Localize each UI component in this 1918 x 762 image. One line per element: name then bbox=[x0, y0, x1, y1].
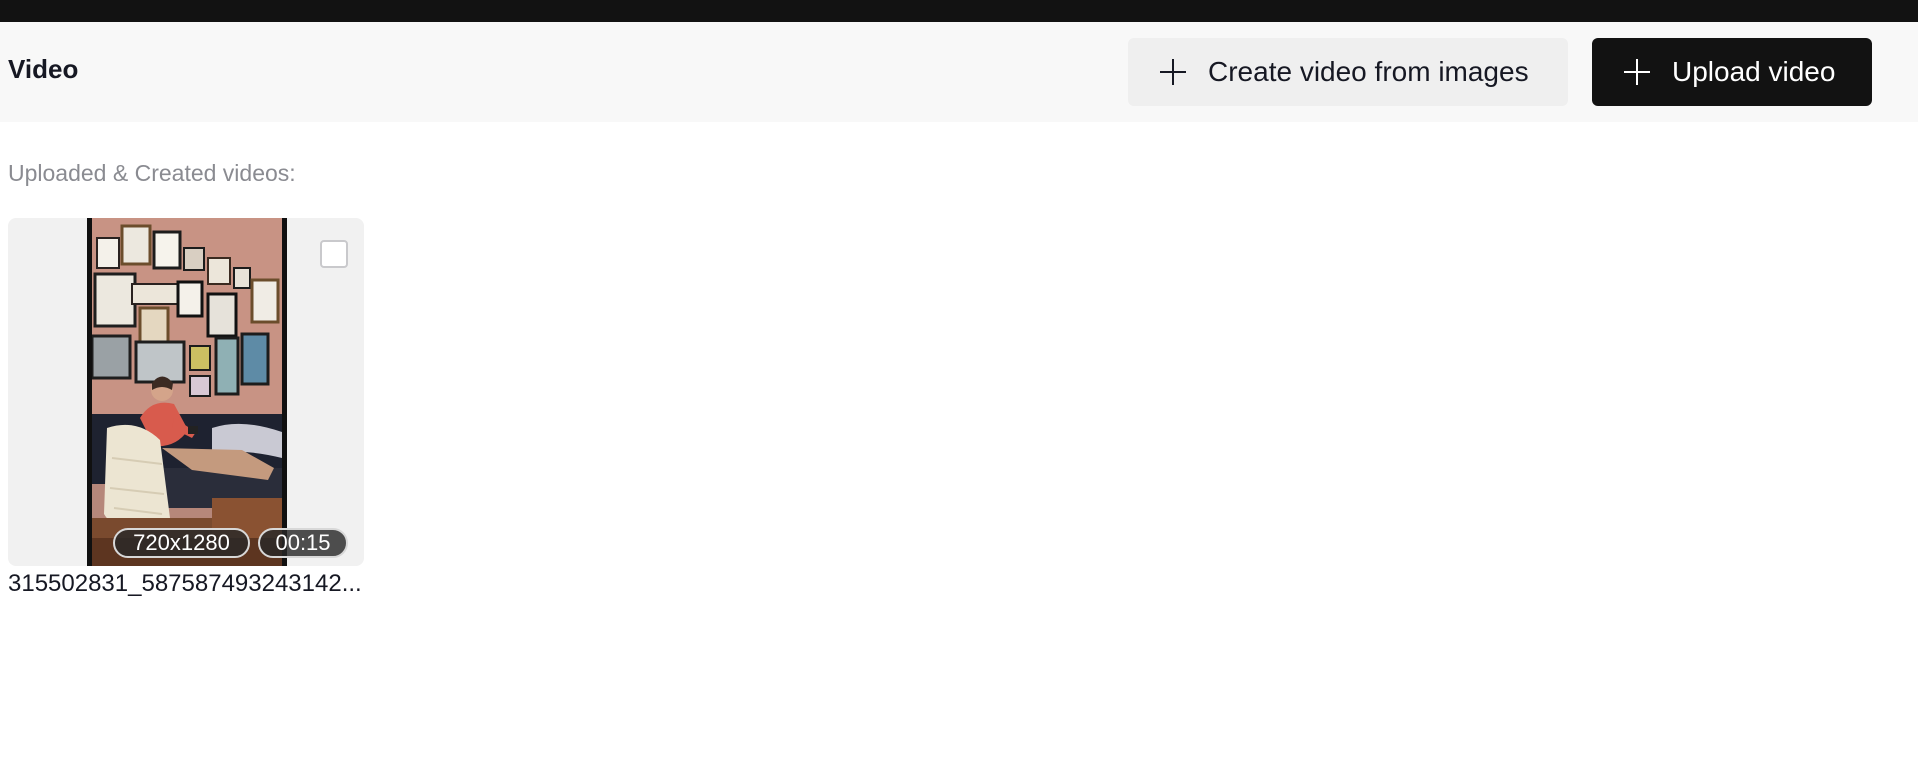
resolution-badge: 720x1280 bbox=[113, 528, 250, 558]
plus-icon bbox=[1624, 59, 1650, 85]
plus-icon bbox=[1160, 59, 1186, 85]
video-card[interactable]: 720x1280 00:15 bbox=[8, 218, 364, 566]
upload-video-button-label: Upload video bbox=[1672, 56, 1836, 87]
video-thumbnail bbox=[87, 218, 287, 566]
video-filename: 315502831_587587493243142... bbox=[8, 570, 362, 597]
duration-badge: 00:15 bbox=[258, 528, 348, 558]
top-bar bbox=[0, 0, 1918, 22]
create-video-button-label: Create video from images bbox=[1208, 56, 1529, 87]
create-video-from-images-button[interactable]: Create video from images bbox=[1128, 38, 1568, 106]
page-title: Video bbox=[8, 54, 79, 84]
upload-video-button[interactable]: Upload video bbox=[1592, 38, 1872, 106]
videos-section-label: Uploaded & Created videos: bbox=[8, 160, 296, 186]
page-header: Video Create video from images Upload vi… bbox=[0, 22, 1918, 122]
video-select-checkbox[interactable] bbox=[320, 240, 348, 268]
